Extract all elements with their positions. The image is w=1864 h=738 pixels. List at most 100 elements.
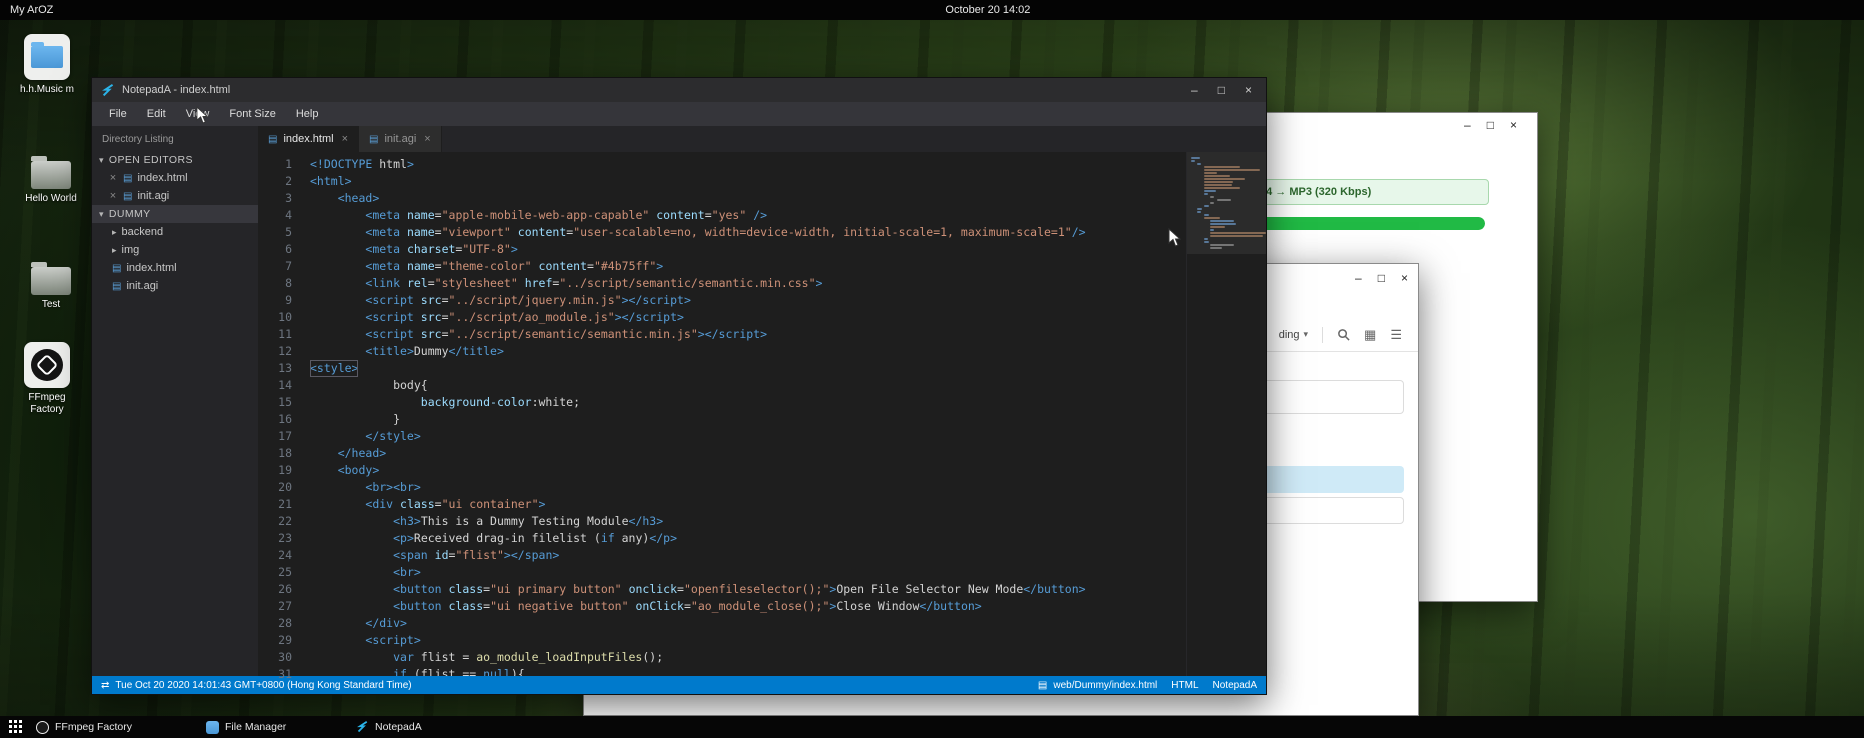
code-line-21[interactable]: <div class="ui container">: [310, 496, 1186, 513]
code-line-2[interactable]: <html>: [310, 173, 1186, 190]
close-button[interactable]: ×: [1510, 119, 1517, 131]
code-line-24[interactable]: <span id="flist"></span>: [310, 547, 1186, 564]
code-area[interactable]: 1234567891011121314151617181920212223242…: [258, 152, 1266, 676]
chevron-down-icon: ▾: [1304, 329, 1309, 340]
code-line-3[interactable]: <head>: [310, 190, 1186, 207]
taskbar-item-ffmpeg-factory[interactable]: FFmpeg Factory: [36, 716, 132, 738]
code-line-27[interactable]: <button class="ui negative button" onCli…: [310, 598, 1186, 615]
tree-item-label: index.html: [126, 262, 176, 274]
code-line-29[interactable]: <script>: [310, 632, 1186, 649]
list-view-icon[interactable]: ☰: [1390, 327, 1402, 343]
code-line-14[interactable]: body{: [310, 377, 1186, 394]
maximize-button[interactable]: □: [1378, 272, 1385, 284]
chevron-down-icon: ▾: [99, 209, 104, 220]
close-tab-icon[interactable]: ×: [424, 133, 430, 145]
close-icon[interactable]: ×: [108, 190, 118, 202]
line-number: 5: [258, 224, 292, 241]
file-icon: ▤: [268, 134, 277, 145]
open-editor-init-agi[interactable]: ×▤init.agi: [92, 187, 258, 205]
tree-file-init-agi[interactable]: ▤init.agi: [92, 277, 258, 295]
tree-folder-img[interactable]: ▸img: [92, 241, 258, 259]
line-number: 15: [258, 394, 292, 411]
grid-view-icon[interactable]: ▦: [1364, 327, 1376, 343]
window-title: NotepadA - index.html: [122, 84, 230, 96]
taskbar-item-notepada[interactable]: NotepadA: [356, 716, 422, 738]
code-line-13[interactable]: <style>: [310, 360, 358, 377]
code-line-20[interactable]: <br><br>: [310, 479, 1186, 496]
code-line-11[interactable]: <script src="../script/semantic/semantic…: [310, 326, 1186, 343]
code-line-1[interactable]: <!DOCTYPE html>: [310, 156, 1186, 173]
code-line-15[interactable]: background-color:white;: [310, 394, 1186, 411]
code-line-4[interactable]: <meta name="apple-mobile-web-app-capable…: [310, 207, 1186, 224]
menu-view[interactable]: View: [177, 105, 219, 123]
menu-font-size[interactable]: Font Size: [220, 105, 284, 123]
line-number: 21: [258, 496, 292, 513]
sync-icon: ⇄: [101, 680, 109, 691]
menu-edit[interactable]: Edit: [138, 105, 175, 123]
tb-fm-icon: [206, 721, 219, 734]
desktop-icon-h-h-music-m[interactable]: h.h.Music m: [10, 34, 84, 96]
aroz-menu[interactable]: My ArOZ: [10, 4, 53, 16]
notepad-titlebar[interactable]: NotepadA - index.html – □ ×: [92, 78, 1266, 102]
sort-dropdown[interactable]: ding ▾: [1279, 329, 1308, 341]
menu-file[interactable]: File: [100, 105, 136, 123]
notepada-logo-icon: [102, 84, 115, 97]
code-line-26[interactable]: <button class="ui primary button" onclic…: [310, 581, 1186, 598]
code-line-18[interactable]: </head>: [310, 445, 1186, 462]
code-line-10[interactable]: <script src="../script/ao_module.js"></s…: [310, 309, 1186, 326]
close-button[interactable]: ×: [1245, 84, 1252, 96]
menu-help[interactable]: Help: [287, 105, 328, 123]
code-line-6[interactable]: <meta charset="UTF-8">: [310, 241, 1186, 258]
toolbar-divider: [1322, 327, 1323, 343]
status-file[interactable]: ▤ web/Dummy/index.html: [1038, 680, 1157, 691]
tab-init-agi[interactable]: ▤init.agi×: [359, 126, 442, 152]
code-line-8[interactable]: <link rel="stylesheet" href="../script/s…: [310, 275, 1186, 292]
desktop-icon-test[interactable]: Test: [14, 258, 88, 311]
code-line-25[interactable]: <br>: [310, 564, 1186, 581]
code-line-19[interactable]: <body>: [310, 462, 1186, 479]
maximize-button[interactable]: □: [1487, 119, 1494, 131]
minimize-button[interactable]: –: [1464, 119, 1471, 131]
code-line-7[interactable]: <meta name="theme-color" content="#4b75f…: [310, 258, 1186, 275]
taskbar-item-label: NotepadA: [375, 721, 422, 733]
search-icon[interactable]: [1337, 328, 1350, 341]
minimap-slider[interactable]: [1187, 152, 1266, 254]
code-line-16[interactable]: }: [310, 411, 1186, 428]
open-editors-section[interactable]: ▾ OPEN EDITORS: [92, 151, 258, 169]
code-line-17[interactable]: </style>: [310, 428, 1186, 445]
status-language[interactable]: HTML: [1171, 680, 1198, 691]
tree-file-index-html[interactable]: ▤index.html: [92, 259, 258, 277]
apps-grid-icon[interactable]: [9, 720, 23, 734]
tab-index-html[interactable]: ▤index.html×: [258, 126, 359, 152]
file-manager-window-controls: – □ ×: [1355, 272, 1408, 284]
close-icon[interactable]: ×: [108, 172, 118, 184]
line-number: 9: [258, 292, 292, 309]
minimize-button[interactable]: –: [1355, 272, 1362, 284]
maximize-button[interactable]: □: [1218, 84, 1225, 96]
code-line-28[interactable]: </div>: [310, 615, 1186, 632]
code-line-31[interactable]: if (flist == null){: [310, 666, 1186, 676]
tree-folder-backend[interactable]: ▸backend: [92, 223, 258, 241]
notepada-window[interactable]: NotepadA - index.html – □ × FileEditViewFo…: [91, 77, 1267, 695]
line-number: 2: [258, 173, 292, 190]
code-line-9[interactable]: <script src="../script/jquery.min.js"></…: [310, 292, 1186, 309]
line-number: 3: [258, 190, 292, 207]
open-editor-label: index.html: [137, 172, 187, 184]
minimize-button[interactable]: –: [1191, 84, 1198, 96]
line-number: 14: [258, 377, 292, 394]
dummy-folder-section[interactable]: ▾ DUMMY: [92, 205, 258, 223]
minimap[interactable]: [1186, 152, 1266, 676]
desktop-icon-hello-world[interactable]: Hello World: [14, 152, 88, 205]
close-button[interactable]: ×: [1401, 272, 1408, 284]
taskbar-item-file-manager[interactable]: File Manager: [206, 716, 286, 738]
code-line-23[interactable]: <p>Received drag-in filelist (if any)</p…: [310, 530, 1186, 547]
clock: October 20 14:02: [945, 4, 1030, 16]
open-editor-index-html[interactable]: ×▤index.html: [92, 169, 258, 187]
code-line-30[interactable]: var flist = ao_module_loadInputFiles();: [310, 649, 1186, 666]
close-tab-icon[interactable]: ×: [342, 133, 348, 145]
code-line-5[interactable]: <meta name="viewport" content="user-scal…: [310, 224, 1186, 241]
code-lines[interactable]: <!DOCTYPE html><html> <head> <meta name=…: [304, 152, 1186, 676]
code-line-22[interactable]: <h3>This is a Dummy Testing Module</h3>: [310, 513, 1186, 530]
desktop-icon-ffmpeg-factory[interactable]: FFmpeg Factory: [10, 342, 84, 416]
code-line-12[interactable]: <title>Dummy</title>: [310, 343, 1186, 360]
